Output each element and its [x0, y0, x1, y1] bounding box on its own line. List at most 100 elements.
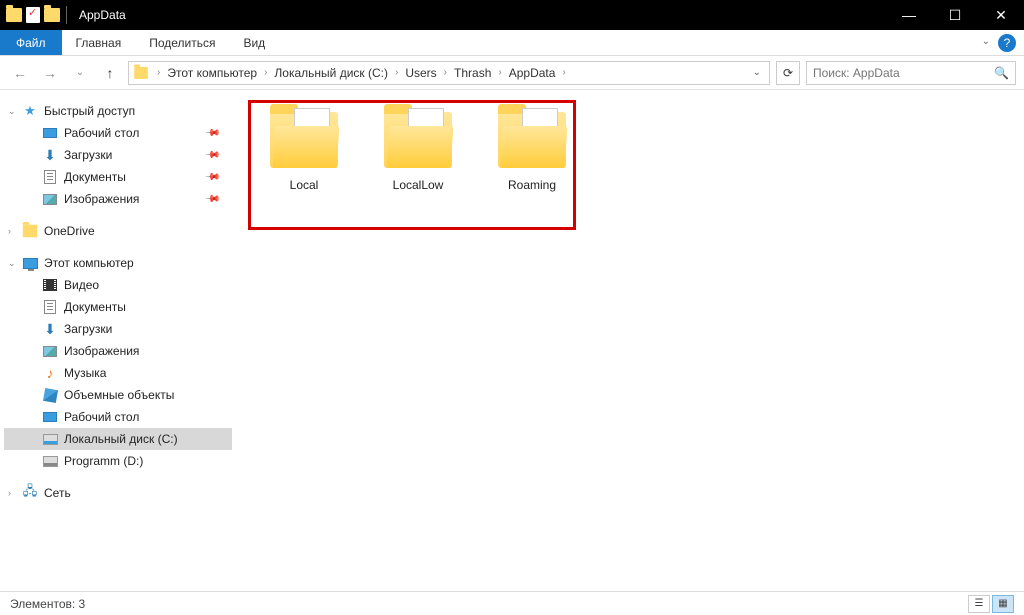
sidebar-quick-access[interactable]: ⌄ ★ Быстрый доступ — [4, 100, 232, 122]
chevron-right-icon[interactable]: › — [496, 67, 503, 78]
star-icon: ★ — [22, 103, 38, 119]
sidebar-item-desktop[interactable]: Рабочий стол 📌 — [4, 122, 232, 144]
folder-locallow[interactable]: LocalLow — [374, 112, 462, 192]
status-text: Элементов: 3 — [10, 597, 85, 611]
refresh-button[interactable]: ⟳ — [776, 61, 800, 85]
folder-roaming[interactable]: Roaming — [488, 112, 576, 192]
chevron-right-icon[interactable]: › — [393, 67, 400, 78]
sidebar-item-videos[interactable]: Видео — [4, 274, 232, 296]
breadcrumb-item[interactable]: Этот компьютер — [164, 66, 260, 80]
onedrive-icon — [23, 225, 37, 238]
tab-home[interactable]: Главная — [62, 30, 136, 55]
sidebar-network[interactable]: › 🖧 Сеть — [4, 482, 232, 504]
folder-grid: Local LocalLow Roaming — [248, 100, 1008, 204]
details-view-button[interactable]: ☰ — [968, 595, 990, 613]
folder-local[interactable]: Local — [260, 112, 348, 192]
sidebar-item-3d-objects[interactable]: Объемные объекты — [4, 384, 232, 406]
chevron-right-icon[interactable]: › — [8, 488, 18, 498]
sidebar-item-label: Объемные объекты — [64, 388, 174, 402]
sidebar-item-label: Сеть — [44, 486, 71, 500]
sidebar-item-music[interactable]: ♪ Музыка — [4, 362, 232, 384]
maximize-button[interactable]: ☐ — [932, 0, 978, 30]
folder-icon — [270, 112, 338, 168]
sidebar-item-local-disk-d[interactable]: Programm (D:) — [4, 450, 232, 472]
explorer-window: AppData — ☐ ✕ Файл Главная Поделиться Ви… — [0, 0, 1024, 615]
search-icon[interactable]: 🔍 — [994, 66, 1009, 80]
up-button[interactable]: ↑ — [98, 61, 122, 85]
history-dropdown-icon[interactable]: ⌄ — [753, 67, 761, 78]
sidebar-this-pc[interactable]: ⌄ Этот компьютер — [4, 252, 232, 274]
chevron-right-icon[interactable]: › — [442, 67, 449, 78]
sidebar-onedrive[interactable]: › OneDrive — [4, 220, 232, 242]
folder-icon — [44, 8, 60, 22]
sidebar-item-label: Этот компьютер — [44, 256, 134, 270]
sidebar-item-label: Изображения — [64, 344, 139, 358]
address-bar[interactable]: › Этот компьютер › Локальный диск (C:) ›… — [128, 61, 770, 85]
sidebar-item-label: Музыка — [64, 366, 106, 380]
address-row: ← → ⌄ ↑ › Этот компьютер › Локальный дис… — [0, 56, 1024, 90]
pin-icon: 📌 — [203, 169, 220, 186]
separator — [66, 6, 67, 24]
pin-icon: 📌 — [203, 191, 220, 208]
folder-label: Local — [290, 178, 319, 192]
sidebar-item-label: Документы — [64, 170, 126, 184]
navigation-pane: ⌄ ★ Быстрый доступ Рабочий стол 📌 ⬇ Загр… — [0, 90, 232, 591]
icons-view-button[interactable]: ▦ — [992, 595, 1014, 613]
tab-share[interactable]: Поделиться — [135, 30, 229, 55]
documents-icon — [44, 170, 56, 184]
sidebar-item-label: Быстрый доступ — [44, 104, 135, 118]
breadcrumb-item[interactable]: Локальный диск (C:) — [271, 66, 391, 80]
window-title: AppData — [79, 8, 126, 22]
desktop-icon — [43, 412, 57, 422]
sidebar-item-label: Рабочий стол — [64, 126, 139, 140]
disk-icon — [43, 456, 58, 467]
pin-icon: 📌 — [203, 147, 220, 164]
chevron-right-icon[interactable]: › — [8, 226, 18, 236]
sidebar-item-documents[interactable]: Документы — [4, 296, 232, 318]
search-box[interactable]: 🔍 — [806, 61, 1016, 85]
folder-label: Roaming — [508, 178, 556, 192]
sidebar-item-label: Локальный диск (C:) — [64, 432, 178, 446]
help-button[interactable]: ? — [998, 34, 1016, 52]
ribbon: Файл Главная Поделиться Вид ⌄ ? — [0, 30, 1024, 56]
content-pane[interactable]: Local LocalLow Roaming — [232, 90, 1024, 591]
sidebar-item-local-disk-c[interactable]: Локальный диск (C:) — [4, 428, 232, 450]
pictures-icon — [43, 194, 57, 205]
chevron-right-icon[interactable]: › — [155, 67, 162, 78]
desktop-icon — [43, 128, 57, 138]
breadcrumb-item[interactable]: AppData — [506, 66, 559, 80]
breadcrumb-item[interactable]: Users — [402, 66, 439, 80]
video-icon — [43, 279, 57, 291]
sidebar-item-pictures[interactable]: Изображения 📌 — [4, 188, 232, 210]
tab-view[interactable]: Вид — [229, 30, 279, 55]
sidebar-item-desktop[interactable]: Рабочий стол — [4, 406, 232, 428]
chevron-right-icon[interactable]: › — [560, 67, 567, 78]
file-menu[interactable]: Файл — [0, 30, 62, 55]
documents-icon — [44, 300, 56, 314]
forward-button[interactable]: → — [38, 61, 62, 85]
sidebar-item-label: Изображения — [64, 192, 139, 206]
properties-icon[interactable] — [26, 7, 40, 23]
downloads-icon: ⬇ — [42, 321, 58, 337]
sidebar-item-pictures[interactable]: Изображения — [4, 340, 232, 362]
search-input[interactable] — [813, 66, 990, 80]
chevron-down-icon[interactable]: ⌄ — [8, 106, 18, 117]
back-button[interactable]: ← — [8, 61, 32, 85]
qat — [0, 7, 60, 23]
breadcrumb-item[interactable]: Thrash — [451, 66, 494, 80]
chevron-down-icon[interactable]: ⌄ — [8, 258, 18, 269]
pictures-icon — [43, 346, 57, 357]
sidebar-item-label: Programm (D:) — [64, 454, 143, 468]
titlebar: AppData — ☐ ✕ — [0, 0, 1024, 30]
sidebar-item-documents[interactable]: Документы 📌 — [4, 166, 232, 188]
sidebar-item-downloads[interactable]: ⬇ Загрузки — [4, 318, 232, 340]
chevron-right-icon[interactable]: › — [262, 67, 269, 78]
sidebar-item-label: Рабочий стол — [64, 410, 139, 424]
minimize-button[interactable]: — — [886, 0, 932, 30]
sidebar-item-label: Загрузки — [64, 148, 112, 162]
recent-locations-button[interactable]: ⌄ — [68, 61, 92, 85]
expand-ribbon-icon[interactable]: ⌄ — [982, 36, 990, 47]
sidebar-item-label: Загрузки — [64, 322, 112, 336]
sidebar-item-downloads[interactable]: ⬇ Загрузки 📌 — [4, 144, 232, 166]
close-button[interactable]: ✕ — [978, 0, 1024, 30]
